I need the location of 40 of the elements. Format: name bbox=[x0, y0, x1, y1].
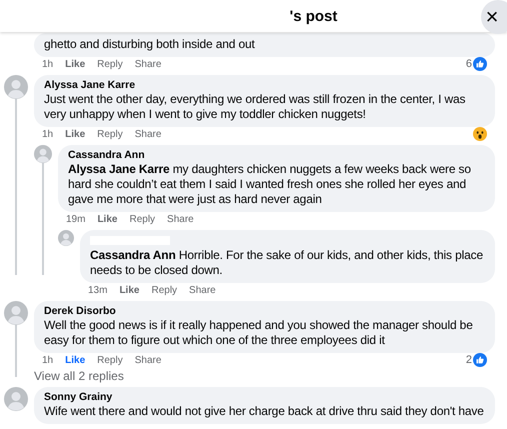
comment-time[interactable]: 1h bbox=[42, 128, 54, 140]
comment-time[interactable]: 19m bbox=[66, 214, 86, 224]
comment-action[interactable]: Reply bbox=[97, 58, 123, 70]
comment-text: Just went the other day, everything we ordered was still frozen in the center, I was very unhappy when I went to give my toddler chicken nuggets! bbox=[44, 92, 466, 122]
comment-time[interactable]: 13m bbox=[88, 284, 108, 296]
comment-text: Wife went there and would not give her charge back at drive thru said they don't have bbox=[44, 404, 485, 419]
comment-action[interactable]: Reply bbox=[97, 354, 123, 366]
reaction-count[interactable]: 6 bbox=[466, 58, 472, 70]
comment-action[interactable]: Share bbox=[167, 214, 194, 224]
avatar-icon[interactable] bbox=[58, 230, 74, 246]
comment-time[interactable]: 1h bbox=[42, 58, 54, 70]
comment-action[interactable]: Share bbox=[134, 58, 162, 70]
comment-action[interactable]: Like bbox=[65, 58, 86, 70]
comment-action[interactable]: Share bbox=[134, 354, 162, 366]
post-title: 's post bbox=[290, 8, 338, 24]
comment-action[interactable]: Share bbox=[134, 128, 162, 140]
comment-action[interactable]: Reply bbox=[97, 128, 123, 140]
comment-text: Well the good news is if it really happened and you showed the manager should be easy for them to figure out which one of the three employees did it bbox=[44, 318, 474, 348]
comment-action[interactable]: Reply bbox=[129, 214, 156, 224]
avatar-icon[interactable] bbox=[34, 145, 52, 163]
comment-action[interactable]: Like bbox=[65, 354, 86, 366]
comment-author[interactable]: Derek Disorbo bbox=[44, 305, 485, 317]
comment-action[interactable]: Like bbox=[119, 284, 140, 296]
comment-action[interactable]: Like bbox=[97, 214, 118, 224]
comment-text: Cassandra Ann Horrible. For the sake of our kids, and other kids, this place needs to be closed down. bbox=[90, 248, 484, 278]
comment-author[interactable]: Alyssa Jane Karre bbox=[44, 79, 485, 91]
comment-action[interactable]: Share bbox=[189, 284, 216, 296]
comment-author[interactable]: Sonny Grainy bbox=[44, 391, 485, 403]
comment-author[interactable]: Cassandra Ann bbox=[68, 149, 485, 161]
avatar-icon[interactable] bbox=[4, 387, 28, 411]
comment-text: ghetto and disturbing both inside and out bbox=[44, 37, 256, 52]
comment-action[interactable]: Reply bbox=[151, 284, 178, 296]
comment-time[interactable]: 1h bbox=[42, 354, 54, 366]
close-button[interactable]: × bbox=[481, 0, 507, 34]
comment-text: Alyssa Jane Karre my daughters chicken nuggets a few weeks back were so hard she couldn’t eat them I said I wanted fresh ones she rolled her eyes and gave me more that were just as hard never again bbox=[68, 162, 472, 207]
view-replies-link[interactable]: View all 2 replies bbox=[34, 369, 495, 383]
reaction-count[interactable]: 2 bbox=[466, 354, 472, 366]
avatar-icon[interactable] bbox=[4, 301, 28, 325]
avatar-icon[interactable] bbox=[4, 75, 28, 99]
comment-action[interactable]: Like bbox=[65, 128, 86, 140]
